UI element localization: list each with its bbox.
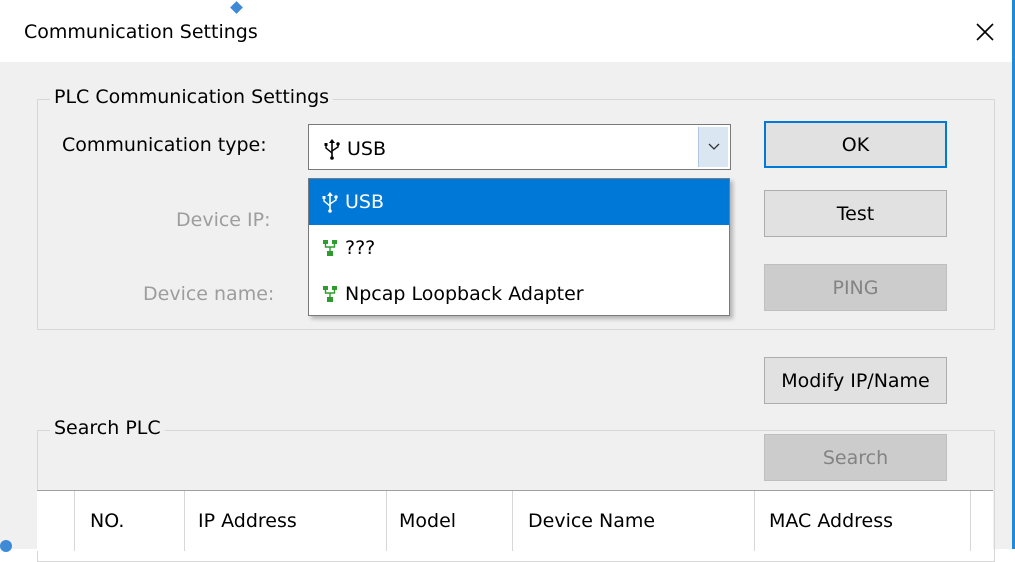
column-header-model[interactable]: Model bbox=[387, 491, 513, 551]
usb-icon bbox=[322, 192, 338, 213]
network-adapter-icon bbox=[323, 240, 337, 256]
search-plc-legend: Search PLC bbox=[50, 417, 165, 439]
close-icon[interactable] bbox=[975, 22, 995, 42]
communication-type-combobox[interactable]: USB bbox=[308, 124, 731, 170]
chevron-down-icon[interactable] bbox=[698, 127, 728, 167]
usb-icon bbox=[324, 139, 340, 160]
column-header-ip-address[interactable]: IP Address bbox=[185, 491, 387, 551]
column-header-no[interactable]: NO. bbox=[75, 491, 185, 551]
device-ip-label: Device IP: bbox=[176, 209, 271, 231]
column-header-mac-address[interactable]: MAC Address bbox=[755, 491, 971, 551]
table-header-spacer bbox=[37, 491, 75, 551]
ok-button[interactable]: OK bbox=[764, 121, 947, 168]
search-button[interactable]: Search bbox=[764, 434, 947, 481]
test-button[interactable]: Test bbox=[764, 190, 947, 237]
dropdown-option-usb[interactable]: USB bbox=[309, 179, 729, 225]
window-title: Communication Settings bbox=[24, 21, 258, 43]
communication-type-text: USB bbox=[347, 138, 387, 160]
column-header-device-name[interactable]: Device Name bbox=[513, 491, 755, 551]
dropdown-option-label: Npcap Loopback Adapter bbox=[345, 283, 584, 305]
dropdown-option-label: ??? bbox=[345, 237, 376, 259]
communication-type-value: USB bbox=[323, 138, 386, 160]
dropdown-option-unknown-adapter[interactable]: ??? bbox=[309, 225, 729, 271]
modify-ip-name-button[interactable]: Modify IP/Name bbox=[764, 357, 947, 404]
communication-type-dropdown-list: USB ??? Npcap Loopback Adapter bbox=[308, 178, 730, 316]
communication-type-label: Communication type: bbox=[62, 134, 267, 156]
dropdown-option-label: USB bbox=[345, 191, 385, 213]
plc-table-header: NO. IP Address Model Device Name MAC Add… bbox=[37, 490, 993, 551]
plc-communication-legend: PLC Communication Settings bbox=[50, 86, 334, 108]
network-adapter-icon bbox=[323, 286, 337, 302]
dropdown-option-npcap-loopback[interactable]: Npcap Loopback Adapter bbox=[309, 271, 729, 317]
title-bar: Communication Settings bbox=[0, 0, 1012, 62]
resize-marker-bottom bbox=[0, 540, 12, 552]
ping-button[interactable]: PING bbox=[764, 264, 947, 311]
device-name-label: Device name: bbox=[143, 283, 275, 305]
communication-settings-dialog: Communication Settings PLC Communication… bbox=[0, 0, 1015, 562]
